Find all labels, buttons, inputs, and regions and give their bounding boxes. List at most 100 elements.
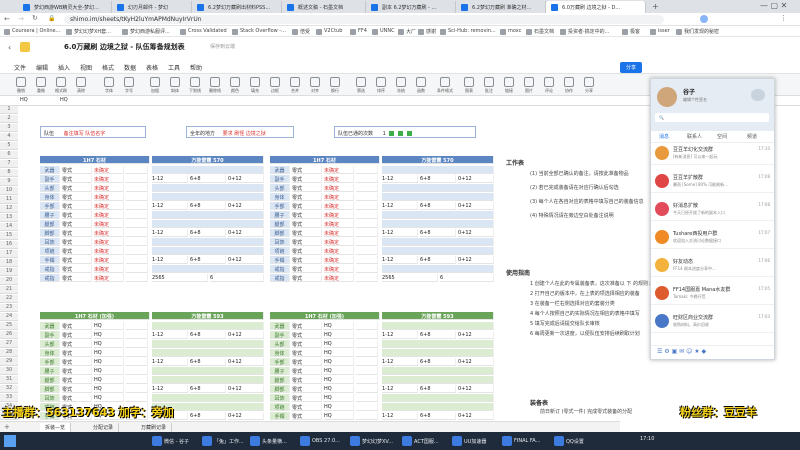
gear-type-cell[interactable]: 零式 (292, 238, 322, 246)
gear-type-cell[interactable]: 零式 (292, 412, 322, 420)
gear-status-cell[interactable]: 未确定 (94, 175, 124, 183)
gear-type-cell[interactable]: 零式 (62, 367, 92, 375)
toolbar-button[interactable]: 加粗 (146, 77, 164, 93)
row-number[interactable]: 24 (0, 313, 18, 321)
gear-note-cell[interactable] (356, 238, 378, 246)
gear-note-cell[interactable] (356, 256, 378, 264)
gear-status-cell[interactable]: 未确定 (324, 193, 354, 201)
browser-tab[interactable]: 副本 6.2梦幻万藏刷 - ... (366, 1, 456, 13)
gear-status-cell[interactable]: 未确定 (94, 202, 124, 210)
gear-type-cell[interactable]: 零式 (62, 385, 92, 393)
toolbar-button[interactable]: 重做 (32, 77, 50, 93)
gear-status-cell[interactable]: HQ (324, 331, 354, 339)
toolbar-button[interactable]: 填充 (246, 77, 264, 93)
row-number[interactable]: 16 (0, 241, 18, 249)
row-number[interactable]: 13 (0, 214, 18, 222)
location-box[interactable]: 全年的地方 要求 刷怪 边境之狱 (186, 126, 294, 138)
gear-status-cell[interactable]: 未确定 (324, 211, 354, 219)
toolbar-button[interactable]: 换行 (326, 77, 344, 93)
gear-status-cell[interactable]: HQ (324, 322, 354, 330)
gear-type-cell[interactable]: 零式 (62, 220, 92, 228)
green-gear-table-right[interactable]: 1H7 石材 (加强) 万能雷霆 593 武器 零式 HQ 副手 零式 HQ 1-12 6+8 0+… (270, 312, 494, 430)
gear-note-cell[interactable] (126, 211, 148, 219)
bookmark[interactable]: isser (650, 28, 670, 35)
gear-note-cell[interactable] (356, 184, 378, 192)
qq-bottom-toolbar[interactable]: ☰ ⚙ ▣ ✉ ☺ ★ ◆ (651, 345, 774, 359)
gear-note-cell[interactable] (126, 349, 148, 357)
menu-data[interactable]: 数据 (124, 63, 136, 72)
gear-note-cell[interactable] (356, 322, 378, 330)
forward-icon[interactable]: → (18, 15, 24, 23)
profile-icon[interactable] (700, 15, 708, 23)
menu-help[interactable]: 帮助 (190, 63, 202, 72)
gear-type-cell[interactable]: 零式 (292, 265, 322, 273)
bookmark[interactable]: UNNC (372, 28, 395, 35)
gear-status-cell[interactable]: HQ (94, 376, 124, 384)
row-number[interactable]: 10 (0, 187, 18, 195)
browser-tab-active[interactable]: 6.0万藏刷 边境之狱 - D... (546, 1, 646, 13)
gear-type-cell[interactable]: 零式 (292, 331, 322, 339)
menu-insert[interactable]: 插入 (58, 63, 70, 72)
gear-type-cell[interactable]: 零式 (62, 175, 92, 183)
count-value[interactable]: 1 (383, 131, 386, 137)
qq-tab-channel[interactable]: 频道 (747, 133, 757, 140)
gear-type-cell[interactable]: 零式 (292, 247, 322, 255)
row-number[interactable]: 3 (0, 124, 18, 132)
toolbar-button[interactable]: 排序 (372, 77, 390, 93)
row-number[interactable]: 22 (0, 295, 18, 303)
menu-tools[interactable]: 工具 (168, 63, 180, 72)
qq-chat-item[interactable]: FF14国服嘉 Mana水友群 Tamaki: 今晚开荒 17:05 (651, 283, 774, 305)
document-title[interactable]: 6.0万藏刷 边境之狱 - 队伍筹备规划表 (64, 42, 185, 52)
gear-note-cell[interactable] (126, 358, 148, 366)
row-number[interactable]: 4 (0, 133, 18, 141)
gear-note-cell[interactable] (126, 229, 148, 237)
gear-type-cell[interactable]: 零式 (62, 322, 92, 330)
gear-note-cell[interactable] (356, 202, 378, 210)
row-number[interactable]: 26 (0, 331, 18, 339)
toolbar-button[interactable]: 链接 (500, 77, 518, 93)
bookmark[interactable]: FF4 (350, 28, 367, 35)
gear-status-cell[interactable]: HQ (324, 349, 354, 357)
toolbar-button[interactable]: 函数 (412, 77, 430, 93)
gear-note-cell[interactable] (356, 211, 378, 219)
taskbar-item[interactable]: OBS 27.0... (298, 435, 342, 447)
gear-type-cell[interactable]: 零式 (62, 202, 92, 210)
start-icon[interactable] (4, 435, 16, 447)
row-number[interactable]: 17 (0, 250, 18, 258)
browser-tab[interactable]: 概述文稿 - 石墨文档 (282, 1, 366, 13)
qq-chat-item[interactable]: 好消息扩散 今天已经开放了新的副本入口 17:08 (651, 199, 774, 221)
menu-view[interactable]: 视图 (80, 63, 92, 72)
gear-type-cell[interactable]: 零式 (292, 376, 322, 384)
gear-status-cell[interactable]: 未确定 (94, 184, 124, 192)
gear-status-cell[interactable]: 未确定 (324, 184, 354, 192)
blue-gear-table-left[interactable]: 1H7 石材 万能雷霆 570 武器 零式 未确定 副手 零式 未确定 1-12 6+8 0+12 头… (40, 156, 264, 296)
gear-note-cell[interactable] (126, 394, 148, 402)
row-number[interactable]: 21 (0, 286, 18, 294)
row-number[interactable]: 12 (0, 205, 18, 213)
gear-status-cell[interactable]: 未确定 (324, 247, 354, 255)
gear-note-cell[interactable] (356, 340, 378, 348)
checkbox-icon[interactable] (397, 131, 403, 136)
back-icon[interactable]: ← (4, 15, 10, 23)
gear-type-cell[interactable]: 零式 (62, 184, 92, 192)
bookmark[interactable]: 大厂 (398, 28, 416, 35)
gear-status-cell[interactable]: HQ (324, 367, 354, 375)
gear-status-cell[interactable]: 未确定 (94, 274, 124, 282)
gear-note-cell[interactable] (126, 247, 148, 255)
sheet-tab[interactable]: 分配记录 (88, 423, 120, 432)
bookmark[interactable]: 投资者·搞定中的... (560, 28, 609, 35)
url-input[interactable]: shimo.im/sheets/tKyH2luYmAPMdNuyIrVrUn (64, 15, 664, 24)
bookmark[interactable]: V2Ctub (316, 28, 342, 35)
gear-type-cell[interactable]: 零式 (62, 247, 92, 255)
gear-note-cell[interactable] (126, 193, 148, 201)
gear-status-cell[interactable]: 未确定 (94, 166, 124, 174)
gear-status-cell[interactable]: 未确定 (324, 166, 354, 174)
row-number[interactable]: 5 (0, 142, 18, 150)
gear-note-cell[interactable] (126, 385, 148, 393)
avatar[interactable] (657, 87, 677, 107)
gear-status-cell[interactable]: HQ (94, 367, 124, 375)
gear-status-cell[interactable]: HQ (324, 385, 354, 393)
taskbar-item[interactable]: 梦幻幻梦XV... (348, 435, 395, 447)
clock[interactable]: 17:10 (640, 436, 654, 442)
gear-type-cell[interactable]: 零式 (292, 220, 322, 228)
